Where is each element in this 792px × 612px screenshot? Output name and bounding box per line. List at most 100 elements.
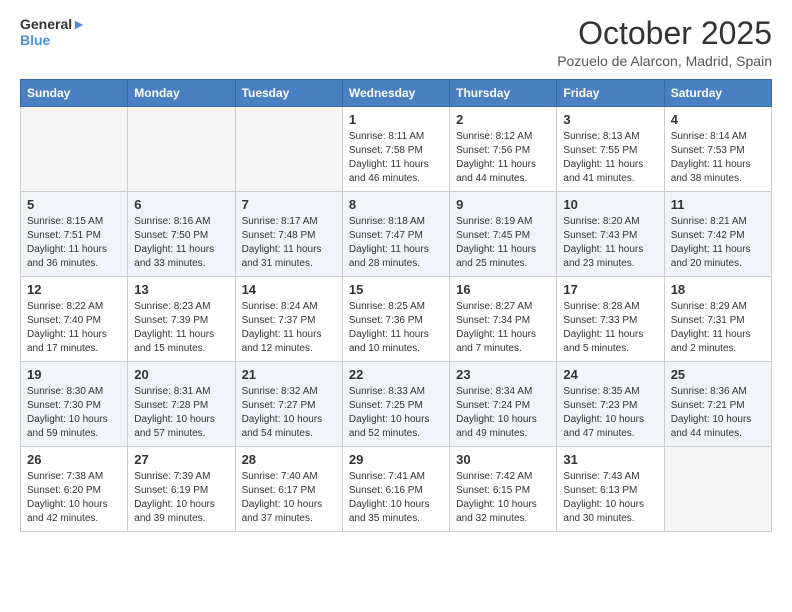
day-info: Sunrise: 8:30 AMSunset: 7:30 PMDaylight:… (27, 385, 121, 441)
calendar-cell-1-2 (128, 107, 235, 192)
day-info: Sunrise: 8:14 AMSunset: 7:53 PMDaylight:… (671, 130, 765, 186)
calendar-cell-3-1: 12 Sunrise: 8:22 AMSunset: 7:40 PMDayligh… (21, 277, 128, 362)
calendar-cell-4-5: 23 Sunrise: 8:34 AMSunset: 7:24 PMDayligh… (450, 362, 557, 447)
calendar-cell-4-1: 19 Sunrise: 8:30 AMSunset: 7:30 PMDayligh… (21, 362, 128, 447)
calendar-cell-1-4: 1Sunrise: 8:11 AMSunset: 7:58 PMDaylight… (342, 107, 449, 192)
week-row-3: 12 Sunrise: 8:22 AMSunset: 7:40 PMDayligh… (21, 277, 772, 362)
calendar-cell-3-7: 18Sunrise: 8:29 AMSunset: 7:31 PMDayligh… (664, 277, 771, 362)
week-row-2: 5 Sunrise: 8:15 AMSunset: 7:51 PMDaylight… (21, 192, 772, 277)
calendar-cell-2-5: 9 Sunrise: 8:19 AMSunset: 7:45 PMDaylight… (450, 192, 557, 277)
weekday-header-thursday: Thursday (450, 80, 557, 107)
day-info: Sunrise: 7:43 AMSunset: 6:13 PMDaylight:… (563, 470, 657, 526)
weekday-header-row: SundayMondayTuesdayWednesdayThursdayFrid… (21, 80, 772, 107)
day-info: Sunrise: 7:40 AMSunset: 6:17 PMDaylight:… (242, 470, 336, 526)
day-number: 14 (242, 282, 336, 297)
weekday-header-saturday: Saturday (664, 80, 771, 107)
calendar-cell-3-3: 14 Sunrise: 8:24 AMSunset: 7:37 PMDayligh… (235, 277, 342, 362)
week-row-1: 1Sunrise: 8:11 AMSunset: 7:58 PMDaylight… (21, 107, 772, 192)
day-number: 22 (349, 367, 443, 382)
day-info: Sunrise: 8:31 AMSunset: 7:28 PMDaylight:… (134, 385, 228, 441)
day-info: Sunrise: 7:41 AMSunset: 6:16 PMDaylight:… (349, 470, 443, 526)
day-number: 31 (563, 452, 657, 467)
calendar-cell-2-4: 8 Sunrise: 8:18 AMSunset: 7:47 PMDaylight… (342, 192, 449, 277)
day-number: 9 (456, 197, 550, 212)
day-info: Sunrise: 8:13 AMSunset: 7:55 PMDaylight:… (563, 130, 657, 186)
header: General► Blue October 2025 Pozuelo de Al… (20, 16, 772, 69)
day-info: Sunrise: 7:42 AMSunset: 6:15 PMDaylight:… (456, 470, 550, 526)
day-number: 21 (242, 367, 336, 382)
calendar-cell-4-6: 24 Sunrise: 8:35 AMSunset: 7:23 PMDayligh… (557, 362, 664, 447)
calendar-table: SundayMondayTuesdayWednesdayThursdayFrid… (20, 79, 772, 532)
day-number: 7 (242, 197, 336, 212)
calendar-cell-4-7: 25 Sunrise: 8:36 AMSunset: 7:21 PMDayligh… (664, 362, 771, 447)
day-number: 19 (27, 367, 121, 382)
day-number: 26 (27, 452, 121, 467)
day-info: Sunrise: 8:11 AMSunset: 7:58 PMDaylight:… (349, 130, 443, 186)
day-number: 27 (134, 452, 228, 467)
month-title: October 2025 (557, 16, 772, 51)
day-number: 23 (456, 367, 550, 382)
calendar-cell-4-3: 21Sunrise: 8:32 AMSunset: 7:27 PMDayligh… (235, 362, 342, 447)
logo-blue: Blue (20, 32, 86, 48)
day-info: Sunrise: 8:27 AMSunset: 7:34 PMDaylight:… (456, 300, 550, 356)
day-info: Sunrise: 8:19 AMSunset: 7:45 PMDaylight:… (456, 215, 550, 271)
day-info: Sunrise: 8:36 AMSunset: 7:21 PMDaylight:… (671, 385, 765, 441)
day-number: 17 (563, 282, 657, 297)
day-info: Sunrise: 8:28 AMSunset: 7:33 PMDaylight:… (563, 300, 657, 356)
day-number: 29 (349, 452, 443, 467)
day-number: 24 (563, 367, 657, 382)
day-number: 28 (242, 452, 336, 467)
day-info: Sunrise: 8:22 AMSunset: 7:40 PMDaylight:… (27, 300, 121, 356)
day-info: Sunrise: 8:23 AMSunset: 7:39 PMDaylight:… (134, 300, 228, 356)
title-block: October 2025 Pozuelo de Alarcon, Madrid,… (557, 16, 772, 69)
day-info: Sunrise: 8:18 AMSunset: 7:47 PMDaylight:… (349, 215, 443, 271)
calendar-cell-2-6: 10 Sunrise: 8:20 AMSunset: 7:43 PMDayligh… (557, 192, 664, 277)
day-info: Sunrise: 8:35 AMSunset: 7:23 PMDaylight:… (563, 385, 657, 441)
calendar-cell-5-1: 26Sunrise: 7:38 AMSunset: 6:20 PMDayligh… (21, 447, 128, 532)
logo: General► Blue (20, 16, 86, 48)
week-row-4: 19 Sunrise: 8:30 AMSunset: 7:30 PMDayligh… (21, 362, 772, 447)
calendar-cell-1-6: 3 Sunrise: 8:13 AMSunset: 7:55 PMDaylight… (557, 107, 664, 192)
day-info: Sunrise: 8:17 AMSunset: 7:48 PMDaylight:… (242, 215, 336, 271)
calendar-cell-1-3 (235, 107, 342, 192)
weekday-header-monday: Monday (128, 80, 235, 107)
calendar-cell-1-7: 4Sunrise: 8:14 AMSunset: 7:53 PMDaylight… (664, 107, 771, 192)
page: General► Blue October 2025 Pozuelo de Al… (0, 0, 792, 612)
day-number: 5 (27, 197, 121, 212)
day-info: Sunrise: 8:34 AMSunset: 7:24 PMDaylight:… (456, 385, 550, 441)
location: Pozuelo de Alarcon, Madrid, Spain (557, 53, 772, 69)
week-row-5: 26Sunrise: 7:38 AMSunset: 6:20 PMDayligh… (21, 447, 772, 532)
day-info: Sunrise: 8:25 AMSunset: 7:36 PMDaylight:… (349, 300, 443, 356)
calendar-cell-5-6: 31 Sunrise: 7:43 AMSunset: 6:13 PMDayligh… (557, 447, 664, 532)
calendar-cell-3-4: 15 Sunrise: 8:25 AMSunset: 7:36 PMDayligh… (342, 277, 449, 362)
calendar-cell-2-1: 5 Sunrise: 8:15 AMSunset: 7:51 PMDaylight… (21, 192, 128, 277)
day-number: 15 (349, 282, 443, 297)
day-number: 11 (671, 197, 765, 212)
day-info: Sunrise: 8:20 AMSunset: 7:43 PMDaylight:… (563, 215, 657, 271)
calendar-cell-5-7 (664, 447, 771, 532)
day-info: Sunrise: 8:24 AMSunset: 7:37 PMDaylight:… (242, 300, 336, 356)
day-number: 30 (456, 452, 550, 467)
day-number: 18 (671, 282, 765, 297)
day-number: 25 (671, 367, 765, 382)
calendar-cell-3-2: 13 Sunrise: 8:23 AMSunset: 7:39 PMDayligh… (128, 277, 235, 362)
weekday-header-wednesday: Wednesday (342, 80, 449, 107)
day-number: 16 (456, 282, 550, 297)
day-info: Sunrise: 8:15 AMSunset: 7:51 PMDaylight:… (27, 215, 121, 271)
day-number: 20 (134, 367, 228, 382)
weekday-header-sunday: Sunday (21, 80, 128, 107)
logo-general: General► (20, 16, 86, 32)
calendar-cell-3-6: 17 Sunrise: 8:28 AMSunset: 7:33 PMDayligh… (557, 277, 664, 362)
day-number: 13 (134, 282, 228, 297)
weekday-header-friday: Friday (557, 80, 664, 107)
calendar-cell-5-4: 29 Sunrise: 7:41 AMSunset: 6:16 PMDayligh… (342, 447, 449, 532)
day-number: 3 (563, 112, 657, 127)
day-number: 6 (134, 197, 228, 212)
calendar-cell-3-5: 16 Sunrise: 8:27 AMSunset: 7:34 PMDayligh… (450, 277, 557, 362)
day-number: 12 (27, 282, 121, 297)
day-number: 8 (349, 197, 443, 212)
calendar-cell-2-3: 7 Sunrise: 8:17 AMSunset: 7:48 PMDaylight… (235, 192, 342, 277)
day-info: Sunrise: 8:21 AMSunset: 7:42 PMDaylight:… (671, 215, 765, 271)
day-info: Sunrise: 8:16 AMSunset: 7:50 PMDaylight:… (134, 215, 228, 271)
day-number: 10 (563, 197, 657, 212)
